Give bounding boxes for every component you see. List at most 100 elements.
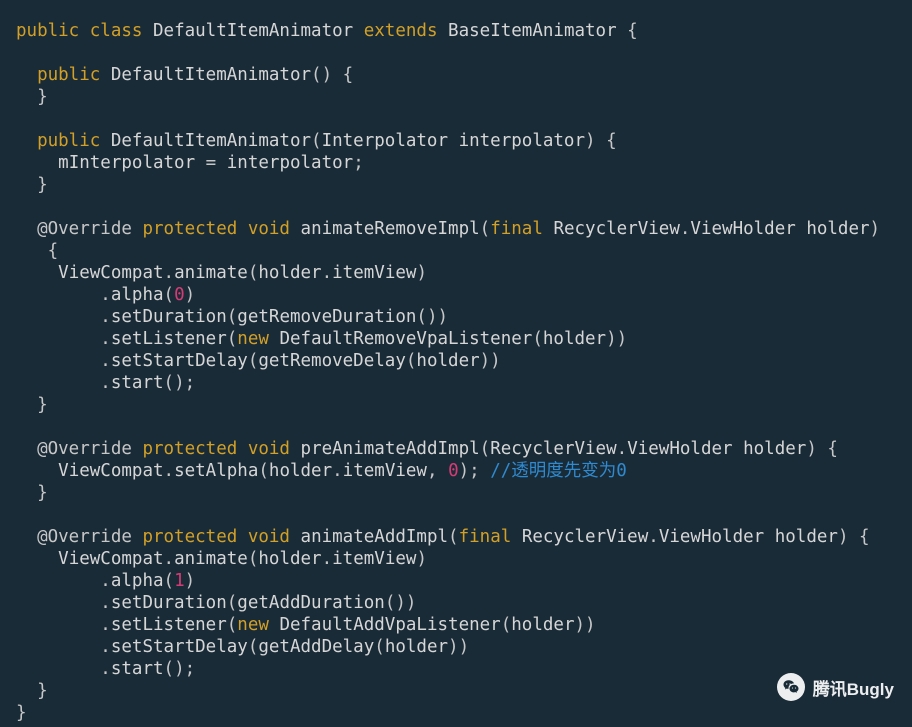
punc: ( <box>227 593 238 613</box>
punc: . <box>164 461 175 481</box>
id-holder: holder <box>258 263 321 283</box>
brace: } <box>37 681 48 701</box>
punc: . <box>680 219 691 239</box>
id-start: start <box>111 373 164 393</box>
kw-extends: extends <box>364 21 438 41</box>
punc: () <box>311 65 332 85</box>
id-viewcompat: ViewCompat <box>58 549 163 569</box>
id-vh: ViewHolder <box>690 219 795 239</box>
punc: . <box>100 637 111 657</box>
id-animate: animate <box>174 263 248 283</box>
id-rv: RecyclerView <box>490 439 616 459</box>
kw-protected: protected <box>142 527 237 547</box>
anno-override: @Override <box>37 439 132 459</box>
kw-public: public <box>37 65 100 85</box>
id-holder: holder <box>543 329 606 349</box>
punc: ) <box>416 549 427 569</box>
kw-void: void <box>248 527 290 547</box>
comment: //透明度先变为0 <box>490 461 627 481</box>
punc: ( <box>311 131 322 151</box>
punc: . <box>322 549 333 569</box>
punc: . <box>164 549 175 569</box>
id-setdur: setDuration <box>111 307 227 327</box>
punc: = <box>206 153 217 173</box>
id-itemview: itemView <box>332 549 416 569</box>
id-animRemove: animateRemoveImpl <box>301 219 480 239</box>
punc: ( <box>406 351 417 371</box>
brace: } <box>37 395 48 415</box>
id-ctor: DefaultItemAnimator <box>111 65 311 85</box>
id-defremvpa: DefaultRemoveVpaListener <box>279 329 532 349</box>
punc: ) <box>806 439 817 459</box>
id-holder: holder <box>258 549 321 569</box>
id-setlis: setListener <box>111 615 227 635</box>
id-start: start <box>111 659 164 679</box>
id-holder: holder <box>511 615 574 635</box>
brace: { <box>343 65 354 85</box>
brace: } <box>37 483 48 503</box>
id-vh: ViewHolder <box>627 439 732 459</box>
punc: ) <box>585 131 596 151</box>
punc: ( <box>501 615 512 635</box>
kw-new: new <box>237 615 269 635</box>
id-holder: holder <box>385 637 448 657</box>
id-interp-rhs: interpolator <box>227 153 353 173</box>
punc: . <box>617 439 628 459</box>
num-1: 1 <box>174 571 185 591</box>
id-interp-arg: interpolator <box>459 131 585 151</box>
id-viewcompat: ViewCompat <box>58 263 163 283</box>
brace: { <box>859 527 870 547</box>
punc: )) <box>448 637 469 657</box>
id-setstart: setStartDelay <box>111 637 248 657</box>
kw-new: new <box>237 329 269 349</box>
id-preanimadd: preAnimateAddImpl <box>301 439 480 459</box>
punc: ( <box>248 263 259 283</box>
punc: ) <box>185 285 196 305</box>
kw-protected: protected <box>142 219 237 239</box>
id-itemview: itemView <box>343 461 427 481</box>
anno-override: @Override <box>37 219 132 239</box>
brace: { <box>627 21 638 41</box>
id-setalpha: setAlpha <box>174 461 258 481</box>
kw-class: class <box>90 21 143 41</box>
id-holder: holder <box>806 219 869 239</box>
punc: ); <box>459 461 480 481</box>
id-holder: holder <box>416 351 479 371</box>
punc: ( <box>164 285 175 305</box>
num-0: 0 <box>448 461 459 481</box>
punc: ( <box>480 439 491 459</box>
punc: )) <box>480 351 501 371</box>
num-0: 0 <box>174 285 185 305</box>
punc: ( <box>227 615 238 635</box>
punc: ( <box>374 637 385 657</box>
id-minterp: mInterpolator <box>58 153 195 173</box>
punc: ( <box>227 307 238 327</box>
id-vh: ViewHolder <box>659 527 764 547</box>
id-rv: RecyclerView <box>553 219 679 239</box>
anno-override: @Override <box>37 527 132 547</box>
punc: . <box>648 527 659 547</box>
punc: , <box>427 461 438 481</box>
punc: ( <box>532 329 543 349</box>
punc: ; <box>353 153 364 173</box>
punc: ( <box>248 637 259 657</box>
brace: } <box>37 87 48 107</box>
id-viewcompat: ViewCompat <box>58 461 163 481</box>
id-defaddvpa: DefaultAddVpaListener <box>279 615 500 635</box>
id-animate: animate <box>174 549 248 569</box>
punc: ( <box>227 329 238 349</box>
id-setlis: setListener <box>111 329 227 349</box>
punc: ( <box>164 571 175 591</box>
punc: . <box>100 307 111 327</box>
brace: } <box>16 703 27 723</box>
id-holder: holder <box>775 527 838 547</box>
kw-final: final <box>459 527 512 547</box>
punc: . <box>100 615 111 635</box>
punc: (); <box>164 659 196 679</box>
id-getremdelay: getRemoveDelay <box>258 351 406 371</box>
punc: ( <box>248 351 259 371</box>
kw-public: public <box>37 131 100 151</box>
brace: { <box>606 131 617 151</box>
brace: } <box>37 175 48 195</box>
id-setstart: setStartDelay <box>111 351 248 371</box>
